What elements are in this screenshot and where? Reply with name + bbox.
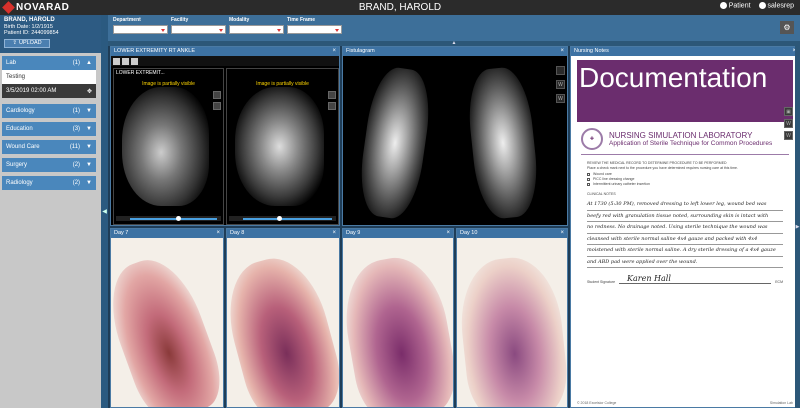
gear-icon: ⚙: [783, 23, 791, 32]
wound-photo-day9[interactable]: [343, 238, 453, 407]
close-icon[interactable]: ×: [560, 229, 564, 238]
mri-left-slider[interactable]: [116, 216, 221, 221]
checkbox-icon: [587, 177, 590, 181]
sidebar-date-item[interactable]: 3/5/2019 02:00 AM ✥: [2, 84, 96, 98]
day7-panel: Day 7 ×: [110, 228, 224, 408]
mri-left-viewport[interactable]: LOWER EXTREMIT... Image is partially vis…: [113, 68, 224, 225]
mri-right-viewport[interactable]: Image is partially visible: [226, 68, 339, 225]
close-icon[interactable]: ×: [216, 229, 220, 238]
tool-icon[interactable]: [556, 66, 565, 75]
slider-knob[interactable]: [176, 216, 181, 221]
sidebar-item-cardiology[interactable]: Cardiology (1) ▼: [2, 104, 96, 118]
chevron-left-icon: ◀: [102, 209, 107, 215]
sidebar-item-wound-care[interactable]: Wound Care (11) ▼: [2, 140, 96, 154]
mri-toolbar: [111, 56, 339, 66]
mri-right-slider[interactable]: [229, 216, 336, 221]
window-title: BRAND, HAROLD: [358, 2, 442, 13]
day10-panel: Day 10 ×: [456, 228, 568, 408]
clinical-notes: At 1730 (5:30 PM), removed dressing to l…: [587, 199, 783, 268]
patient-id: Patient ID: 244099854: [4, 30, 59, 36]
move-icon: ✥: [86, 88, 92, 95]
thumbnail-icon[interactable]: [213, 91, 221, 99]
department-select[interactable]: [113, 25, 168, 34]
close-icon[interactable]: ×: [332, 47, 336, 56]
close-icon[interactable]: ×: [446, 229, 450, 238]
signature-row: Student Signature Karen Hall ECM: [587, 274, 783, 284]
sidebar-subitem-testing[interactable]: Testing: [2, 70, 96, 84]
filter-bar: Department Facility Modality Time Frame …: [108, 15, 800, 41]
college-seal-icon: ✚: [581, 128, 603, 150]
mri-image-left: [122, 87, 209, 206]
mri-image-right: [235, 87, 324, 206]
sidebar-item-surgery[interactable]: Surgery (2) ▼: [2, 158, 96, 172]
facility-select[interactable]: [171, 25, 226, 34]
monitor-icon[interactable]: [113, 57, 120, 65]
patient-info: BRAND, HAROLD Birth Date: 1/2/1915 Patie…: [0, 15, 101, 53]
wound-photo-day10[interactable]: [457, 238, 567, 407]
sidebar: BRAND, HAROLD Birth Date: 1/2/1915 Patie…: [0, 15, 101, 408]
modality-select[interactable]: [229, 25, 284, 34]
upload-icon: ⇪: [12, 39, 17, 46]
chevron-up-icon: ▲: [86, 60, 92, 66]
close-icon[interactable]: ×: [560, 47, 564, 56]
sidebar-item-lab[interactable]: Lab (1) ▲: [2, 56, 96, 70]
checkbox-icon: [587, 172, 590, 176]
mri-panel: LOWER EXTREMITY RT ANKLE × LOWER EXTREMIT…: [110, 46, 340, 226]
facility-label: Facility: [171, 17, 189, 23]
notes-collapse-handle[interactable]: ▶: [795, 46, 800, 408]
top-bar: NOVARAD BRAND, HAROLD Patient salesrep: [0, 0, 800, 15]
user-menu[interactable]: salesrep: [758, 2, 794, 9]
chevron-down-icon: ▼: [86, 144, 92, 150]
chevron-down-icon: ▼: [86, 108, 92, 114]
document-tools: ▣ W W: [784, 107, 793, 143]
thumbnail-icon[interactable]: [328, 91, 336, 99]
window-level-icon[interactable]: W: [784, 131, 793, 140]
student-signature: Karen Hall: [619, 274, 772, 284]
xray-right[interactable]: W W: [454, 58, 567, 224]
chevron-down-icon: ▼: [86, 180, 92, 186]
timeframe-select[interactable]: [287, 25, 342, 34]
window-level-icon[interactable]: W: [784, 119, 793, 128]
sidebar-item-education[interactable]: Education (3) ▼: [2, 122, 96, 136]
documentation-banner: Documentation: [577, 60, 793, 122]
thumbnail-icon[interactable]: [328, 102, 336, 110]
chevron-right-icon: ▶: [795, 224, 800, 230]
sidebar-item-radiology[interactable]: Radiology (2) ▼: [2, 176, 96, 190]
thumbnail-icon[interactable]: [213, 102, 221, 110]
upload-button[interactable]: ⇪ UPLOAD: [4, 38, 50, 48]
day9-panel: Day 9 ×: [342, 228, 454, 408]
slider-knob[interactable]: [277, 216, 282, 221]
window-level-icon[interactable]: W: [556, 80, 565, 89]
layers-icon[interactable]: [122, 57, 129, 65]
xray-left[interactable]: [345, 58, 452, 224]
day8-panel: Day 8 ×: [226, 228, 340, 408]
user-icon: [758, 2, 766, 9]
sidebar-collapse-handle[interactable]: ◀: [101, 15, 108, 408]
nursing-notes-panel: Nursing Notes× Documentation ✚ NURSING S…: [570, 46, 800, 408]
wound-photo-day8[interactable]: [227, 238, 339, 407]
grid-icon[interactable]: [131, 57, 138, 65]
modality-label: Modality: [229, 17, 250, 23]
patient-icon: [719, 2, 727, 9]
wound-photo-day7[interactable]: [111, 238, 223, 407]
mri-panel-header: LOWER EXTREMITY RT ANKLE ×: [111, 47, 339, 56]
timeframe-label: Time Frame: [287, 17, 315, 23]
window-level-icon[interactable]: W: [556, 94, 565, 103]
settings-button[interactable]: ⚙: [780, 21, 794, 34]
chevron-down-icon: ▼: [86, 126, 92, 132]
checkbox-icon: [587, 182, 590, 186]
fistulagram-panel: Fistulagram × W W: [342, 46, 568, 226]
tool-icon[interactable]: ▣: [784, 107, 793, 116]
chevron-down-icon: ▼: [86, 162, 92, 168]
document-header: ✚ NURSING SIMULATION LABORATORY Applicat…: [581, 128, 789, 155]
patient-link[interactable]: Patient: [719, 2, 751, 9]
close-icon[interactable]: ×: [332, 229, 336, 238]
department-label: Department: [113, 17, 141, 23]
